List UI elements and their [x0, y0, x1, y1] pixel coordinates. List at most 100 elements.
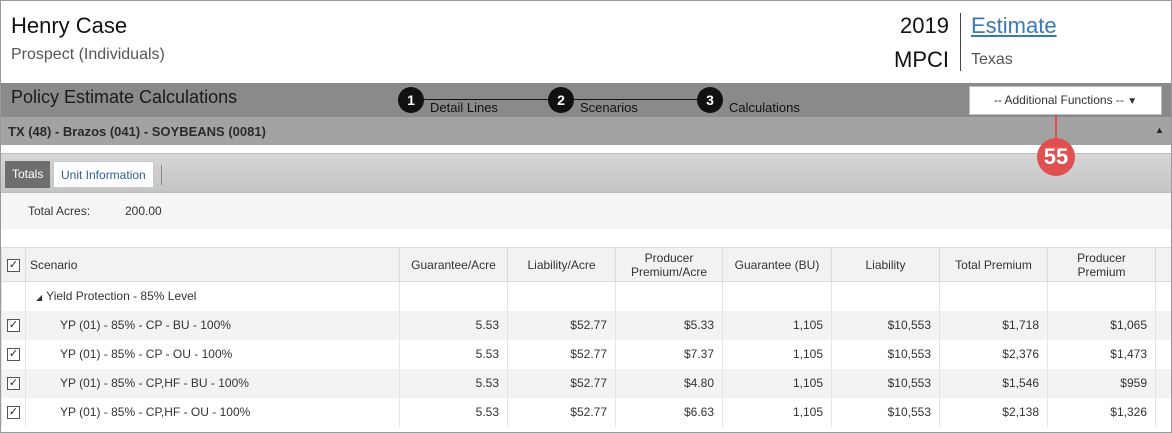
header-divider	[960, 13, 961, 71]
select-all-cell: ✓	[1, 247, 26, 282]
table-row[interactable]: ✓ YP (01) - 85% - CP - BU - 100% 5.53 $5…	[1, 310, 1171, 340]
table-row[interactable]: ✓ YP (01) - 85% - CP,HF - OU - 100% 5.53…	[1, 397, 1171, 427]
column-header-producer-premium[interactable]: Producer Premium	[1047, 247, 1156, 282]
customer-name: Henry Case	[11, 13, 128, 38]
step-label: Scenarios	[580, 100, 638, 115]
producer-premium-acre-cell: $4.80	[615, 368, 723, 398]
crop-year: 2019	[900, 13, 949, 38]
scenario-cell: YP (01) - 85% - CP,HF - OU - 100%	[25, 397, 400, 427]
annotation-badge: 55	[1037, 138, 1075, 176]
title-bar: Policy Estimate Calculations 1 Detail Li…	[1, 83, 1171, 117]
empty-cell	[831, 281, 940, 311]
producer-premium-cell: $1,065	[1047, 310, 1156, 340]
guarantee-bu-cell: 1,105	[722, 397, 832, 427]
tab-strip: Totals Unit Information	[1, 153, 1171, 193]
liability-cell: $10,553	[831, 339, 940, 369]
total-acres-value: 200.00	[125, 204, 162, 218]
total-premium-cell: $1,546	[939, 368, 1048, 398]
guarantee-bu-cell: 1,105	[722, 368, 832, 398]
total-acres-row: Total Acres: 200.00	[1, 193, 1171, 229]
scenario-cell: YP (01) - 85% - CP,HF - BU - 100%	[25, 368, 400, 398]
guarantee-bu-cell: 1,105	[722, 310, 832, 340]
producer-premium-cell: $1,473	[1047, 339, 1156, 369]
empty-cell	[722, 281, 832, 311]
scenario-cell: YP (01) - 85% - CP - OU - 100%	[25, 339, 400, 369]
row-checkbox[interactable]: ✓	[7, 348, 20, 362]
liability-cell: $10,553	[831, 397, 940, 427]
column-header-guarantee-acre[interactable]: Guarantee/Acre	[399, 247, 508, 282]
group-label-cell[interactable]: ◢ Yield Protection - 85% Level	[25, 281, 400, 311]
row-checkbox[interactable]: ✓	[7, 319, 20, 333]
producer-premium-cell: $1,326	[1047, 397, 1156, 427]
total-acres-label: Total Acres:	[28, 204, 91, 218]
select-all-checkbox[interactable]: ✓	[7, 258, 20, 272]
column-header-producer-premium-acre[interactable]: Producer Premium/Acre	[615, 247, 723, 282]
empty-cell	[1155, 368, 1171, 398]
liability-acre-cell: $52.77	[507, 368, 616, 398]
total-premium-cell: $2,138	[939, 397, 1048, 427]
section-header: TX (48) - Brazos (041) - SOYBEANS (0081)…	[1, 117, 1171, 145]
group-check-cell	[1, 281, 26, 311]
step-label: Calculations	[729, 100, 800, 115]
producer-premium-acre-cell: $5.33	[615, 310, 723, 340]
empty-cell	[1047, 281, 1156, 311]
row-check-cell: ✓	[1, 368, 26, 398]
producer-premium-acre-cell: $7.37	[615, 339, 723, 369]
column-header-total-premium[interactable]: Total Premium	[939, 247, 1048, 282]
empty-cell	[1155, 310, 1171, 340]
scrollbar-header-spacer	[1155, 247, 1171, 282]
empty-cell	[1155, 397, 1171, 427]
table-row[interactable]: ✓ YP (01) - 85% - CP,HF - BU - 100% 5.53…	[1, 368, 1171, 398]
total-premium-cell: $1,718	[939, 310, 1048, 340]
row-checkbox[interactable]: ✓	[7, 377, 20, 391]
state-label: Texas	[971, 51, 1013, 68]
expand-collapse-icon[interactable]: ◢	[36, 293, 42, 302]
customer-type: Prospect (Individuals)	[11, 46, 165, 63]
liability-cell: $10,553	[831, 310, 940, 340]
additional-functions-label: -- Additional Functions --	[993, 93, 1124, 107]
tab-totals[interactable]: Totals	[5, 161, 51, 188]
empty-cell	[507, 281, 616, 311]
tab-unit-information[interactable]: Unit Information	[53, 161, 154, 188]
calculations-table: ✓ Scenario Guarantee/Acre Liability/Acre…	[1, 247, 1171, 427]
empty-cell	[939, 281, 1048, 311]
step-number: 1	[398, 87, 424, 113]
total-premium-cell: $2,376	[939, 339, 1048, 369]
scenario-cell: YP (01) - 85% - CP - BU - 100%	[25, 310, 400, 340]
guarantee-acre-cell: 5.53	[399, 310, 508, 340]
row-checkbox[interactable]: ✓	[7, 406, 20, 420]
guarantee-acre-cell: 5.53	[399, 339, 508, 369]
row-check-cell: ✓	[1, 339, 26, 369]
column-header-scenario[interactable]: Scenario	[25, 247, 400, 282]
app-frame: Henry Case Prospect (Individuals) 2019 M…	[0, 0, 1172, 433]
producer-premium-cell: $959	[1047, 368, 1156, 398]
table-row[interactable]: ✓ YP (01) - 85% - CP - OU - 100% 5.53 $5…	[1, 339, 1171, 369]
collapse-icon[interactable]: ▲	[1155, 125, 1164, 135]
step-label: Detail Lines	[430, 100, 498, 115]
empty-cell	[1155, 339, 1171, 369]
tab-separator	[161, 165, 162, 185]
page-header: Henry Case Prospect (Individuals) 2019 M…	[1, 1, 1171, 83]
group-label: Yield Protection - 85% Level	[46, 289, 197, 304]
liability-cell: $10,553	[831, 368, 940, 398]
liability-acre-cell: $52.77	[507, 310, 616, 340]
producer-premium-acre-cell: $6.63	[615, 397, 723, 427]
table-header-row: ✓ Scenario Guarantee/Acre Liability/Acre…	[1, 247, 1171, 282]
additional-functions-dropdown[interactable]: -- Additional Functions -- ▼	[969, 86, 1162, 115]
liability-acre-cell: $52.77	[507, 339, 616, 369]
program-name: MPCI	[894, 47, 949, 72]
row-check-cell: ✓	[1, 310, 26, 340]
column-header-guarantee-bu[interactable]: Guarantee (BU)	[722, 247, 832, 282]
step-number: 2	[548, 87, 574, 113]
group-row: ◢ Yield Protection - 85% Level	[1, 281, 1171, 311]
page-title: Policy Estimate Calculations	[11, 87, 238, 107]
liability-acre-cell: $52.77	[507, 397, 616, 427]
column-header-liability[interactable]: Liability	[831, 247, 940, 282]
empty-cell	[615, 281, 723, 311]
estimate-link[interactable]: Estimate	[971, 13, 1057, 39]
column-header-liability-acre[interactable]: Liability/Acre	[507, 247, 616, 282]
guarantee-acre-cell: 5.53	[399, 397, 508, 427]
section-title: TX (48) - Brazos (041) - SOYBEANS (0081)	[8, 124, 266, 139]
step-number: 3	[697, 87, 723, 113]
row-check-cell: ✓	[1, 397, 26, 427]
